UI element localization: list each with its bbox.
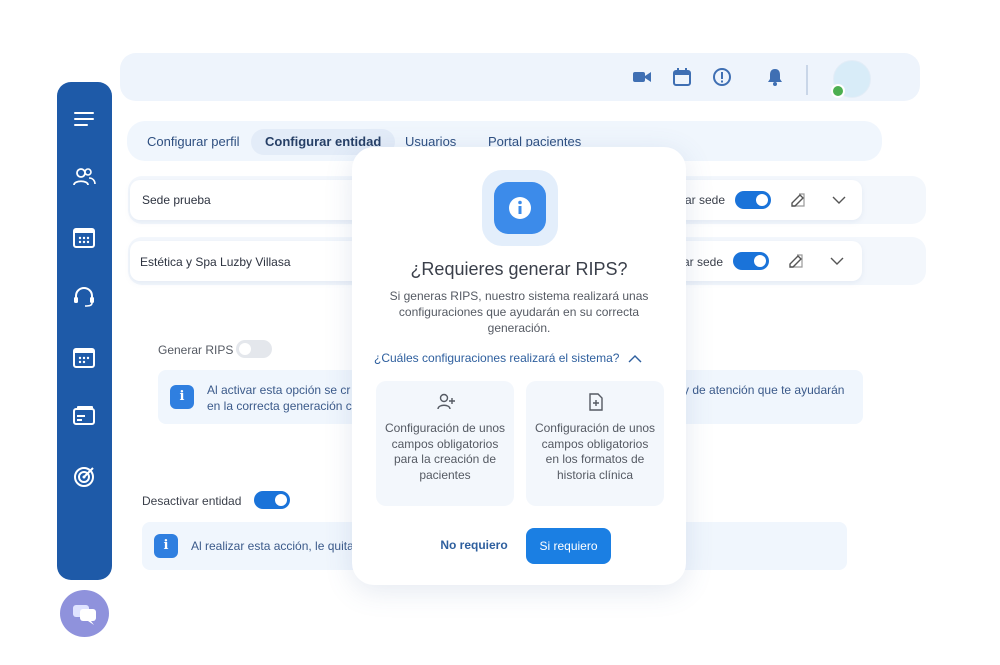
calendar-icon[interactable]: [672, 67, 692, 87]
chevron-down-icon[interactable]: [830, 256, 844, 266]
rips-modal: ¿Requieres generar RIPS? Si generas RIPS…: [352, 147, 686, 585]
rips-info-text-line2: en la correcta generación c: [207, 399, 352, 413]
online-status-dot: [831, 84, 845, 98]
wallet-icon[interactable]: [71, 402, 97, 428]
users-icon[interactable]: [71, 164, 97, 190]
calendar-grid-icon[interactable]: [71, 344, 97, 370]
chat-icon: [73, 605, 96, 625]
sede-toggle[interactable]: [735, 191, 771, 209]
sede-name: Estética y Spa Luzby Villasa: [140, 255, 291, 269]
modal-title: ¿Requieres generar RIPS?: [410, 259, 628, 279]
top-bar: [120, 53, 920, 101]
desactivar-entidad-label: Desactivar entidad: [142, 494, 242, 508]
sidebar: [57, 82, 112, 580]
generar-rips-toggle[interactable]: [236, 340, 272, 358]
expand-configurations-link[interactable]: ¿Cuáles configuraciones realizará el sis…: [374, 351, 642, 365]
chevron-up-icon: [628, 355, 642, 363]
info-icon: i: [170, 385, 194, 409]
sede-toggle-label: ar sede: [683, 255, 724, 269]
user-add-icon: [437, 393, 455, 410]
calendar-icon[interactable]: [71, 224, 97, 250]
config-card-text: Configuración de unos campos obligatorio…: [384, 421, 506, 482]
headset-icon[interactable]: [71, 284, 97, 310]
config-card: Configuración de unos campos obligatorio…: [376, 381, 514, 506]
info-icon: [494, 182, 546, 234]
target-icon[interactable]: [71, 464, 97, 490]
generar-rips-label: Generar RIPS: [158, 343, 234, 357]
desactivar-info-text: Al realizar esta acción, le quita: [191, 539, 354, 553]
bell-icon[interactable]: [765, 67, 785, 87]
menu-icon[interactable]: [71, 106, 97, 132]
topbar-divider: [806, 65, 808, 95]
edit-icon[interactable]: [790, 192, 806, 208]
chat-button[interactable]: [60, 590, 109, 637]
chevron-down-icon[interactable]: [832, 195, 846, 205]
si-requiero-button[interactable]: Si requiero: [526, 528, 611, 564]
info-icon: i: [154, 534, 178, 558]
expand-link-label: ¿Cuáles configuraciones realizará el sis…: [374, 351, 620, 365]
sede-toggle[interactable]: [733, 252, 769, 270]
modal-description: Si generas RIPS, nuestro sistema realiza…: [389, 289, 649, 335]
sede-toggle-label: ar sede: [685, 193, 726, 207]
alert-icon[interactable]: [712, 67, 732, 87]
edit-icon[interactable]: [788, 253, 804, 269]
video-icon[interactable]: [632, 67, 652, 87]
sede-name: Sede prueba: [142, 193, 211, 207]
desactivar-entidad-toggle[interactable]: [254, 491, 290, 509]
no-requiero-button[interactable]: No requiero: [432, 530, 516, 560]
rips-info-text-line1: Al activar esta opción se cr: [207, 383, 351, 397]
rips-info-text-line1-end: y de atención que te ayudarán: [683, 383, 845, 397]
tab-configurar-perfil[interactable]: Configurar perfil: [133, 129, 254, 155]
config-card: Configuración de unos campos obligatorio…: [526, 381, 664, 506]
config-card-text: Configuración de unos campos obligatorio…: [534, 421, 656, 482]
file-add-icon: [589, 393, 603, 411]
